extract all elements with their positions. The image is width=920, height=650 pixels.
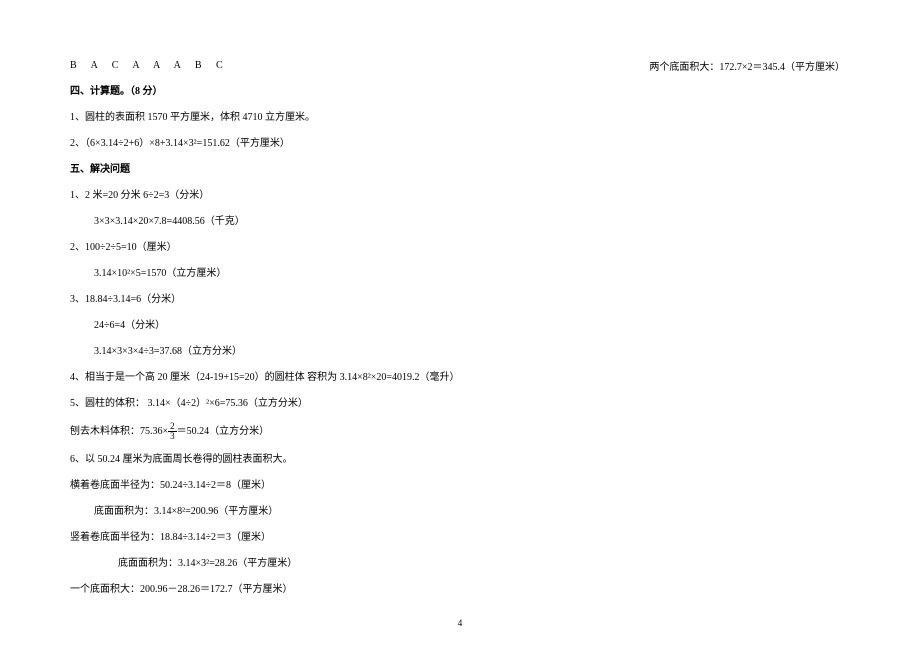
- q5b-line: 刨去木料体积：75.36×23＝50.24（立方分米）: [70, 422, 850, 441]
- q3-line1: 3、18.84÷3.14=6（分米）: [70, 292, 850, 307]
- q5-line: 5、圆柱的体积： 3.14×（4÷2）²×6=75.36（立方分米）: [70, 396, 850, 411]
- q6-line1: 6、以 50.24 厘米为底面周长卷得的圆柱表面积大。: [70, 452, 850, 467]
- section5-heading: 五、解决问题: [70, 162, 850, 177]
- fraction-denominator: 3: [168, 432, 177, 441]
- q6-line5: 底面面积为：3.14×3²=28.26（平方厘米）: [70, 556, 850, 571]
- q4-line: 4、相当于是一个高 20 厘米（24-19+15=20）的圆柱体 容积为 3.1…: [70, 370, 850, 385]
- page-number: 4: [458, 618, 463, 628]
- q6-line3: 底面面积为：3.14×8²=200.96（平方厘米）: [70, 504, 850, 519]
- q1-line2: 3×3×3.14×20×7.8=4408.56（千克）: [70, 214, 850, 229]
- fraction: 23: [168, 422, 177, 441]
- q6-line2: 横着卷底面半径为：50.24÷3.14÷2＝8（厘米）: [70, 478, 850, 493]
- q5b-prefix: 刨去木料体积：75.36×: [70, 426, 168, 437]
- q2-line2: 3.14×10²×5=1570（立方厘米）: [70, 266, 850, 281]
- section4-item-1: 1、圆柱的表面积 1570 平方厘米，体积 4710 立方厘米。: [70, 110, 850, 125]
- document-content: B A C A A A B C 两个底面积大：172.7×2＝345.4（平方厘…: [0, 0, 920, 628]
- section4-item-2: 2、（6×3.14÷2+6）×8+3.14×3²=151.62（平方厘米）: [70, 136, 850, 151]
- q6-line6: 一个底面积大：200.96－28.26＝172.7（平方厘米）: [70, 582, 850, 597]
- q3-line3: 3.14×3×3×4÷3=37.68（立方分米）: [70, 344, 850, 359]
- q3-line2: 24÷6=4（分米）: [70, 318, 850, 333]
- q5b-suffix: ＝50.24（立方分米）: [177, 426, 270, 437]
- section4-heading: 四、计算题。（8 分）: [70, 84, 850, 99]
- q1-line1: 1、2 米=20 分米 6÷2=3（分米）: [70, 188, 850, 203]
- right-margin-note: 两个底面积大：172.7×2＝345.4（平方厘米）: [649, 58, 845, 73]
- q2-line1: 2、100÷2÷5=10（厘米）: [70, 240, 850, 255]
- q6-line4: 竖着卷底面半径为：18.84÷3.14÷2＝3（厘米）: [70, 530, 850, 545]
